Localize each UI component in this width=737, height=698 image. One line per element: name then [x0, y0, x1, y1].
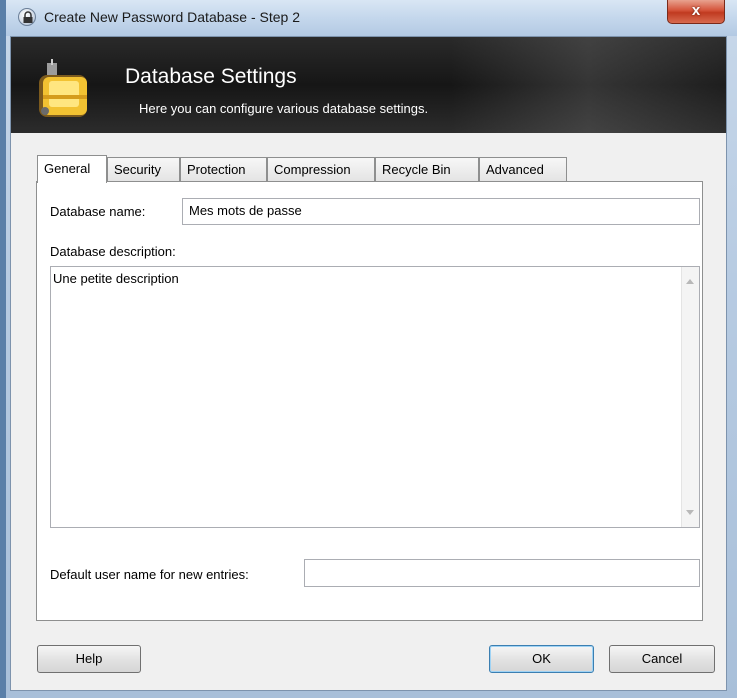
- description-scrollbar[interactable]: [681, 267, 699, 527]
- close-button[interactable]: x: [667, 0, 725, 24]
- banner-glow: [451, 37, 726, 133]
- database-description-label: Database description:: [50, 244, 176, 259]
- tab-security[interactable]: Security: [107, 157, 180, 181]
- ok-button[interactable]: OK: [489, 645, 594, 673]
- database-settings-icon: [35, 59, 91, 124]
- header-banner: Database Settings Here you can configure…: [11, 37, 726, 133]
- database-description-text: Une petite description: [53, 271, 179, 286]
- database-name-label: Database name:: [50, 204, 146, 219]
- default-user-label: Default user name for new entries:: [50, 567, 249, 582]
- database-name-input[interactable]: Mes mots de passe: [182, 198, 700, 225]
- dialog-client: Database Settings Here you can configure…: [10, 36, 727, 691]
- banner-title: Database Settings: [125, 65, 297, 88]
- tab-recycle-bin[interactable]: Recycle Bin: [375, 157, 479, 181]
- scroll-down-arrow-icon[interactable]: [686, 510, 694, 515]
- database-description-textarea[interactable]: Une petite description: [50, 266, 700, 528]
- banner-subtitle: Here you can configure various database …: [139, 101, 429, 116]
- help-button[interactable]: Help: [37, 645, 141, 673]
- lock-icon: [18, 8, 36, 26]
- cancel-button[interactable]: Cancel: [609, 645, 715, 673]
- tab-protection[interactable]: Protection: [180, 157, 267, 181]
- tab-general[interactable]: General: [37, 155, 107, 183]
- window-title: Create New Password Database - Step 2: [44, 9, 301, 25]
- scroll-up-arrow-icon[interactable]: [686, 279, 694, 284]
- title-bar[interactable]: Create New Password Database - Step 2 x: [6, 0, 737, 36]
- tab-compression[interactable]: Compression: [267, 157, 375, 181]
- default-user-input[interactable]: [304, 559, 700, 587]
- tab-panel-general: Database name: Mes mots de passe Databas…: [36, 181, 703, 621]
- tab-advanced[interactable]: Advanced: [479, 157, 567, 181]
